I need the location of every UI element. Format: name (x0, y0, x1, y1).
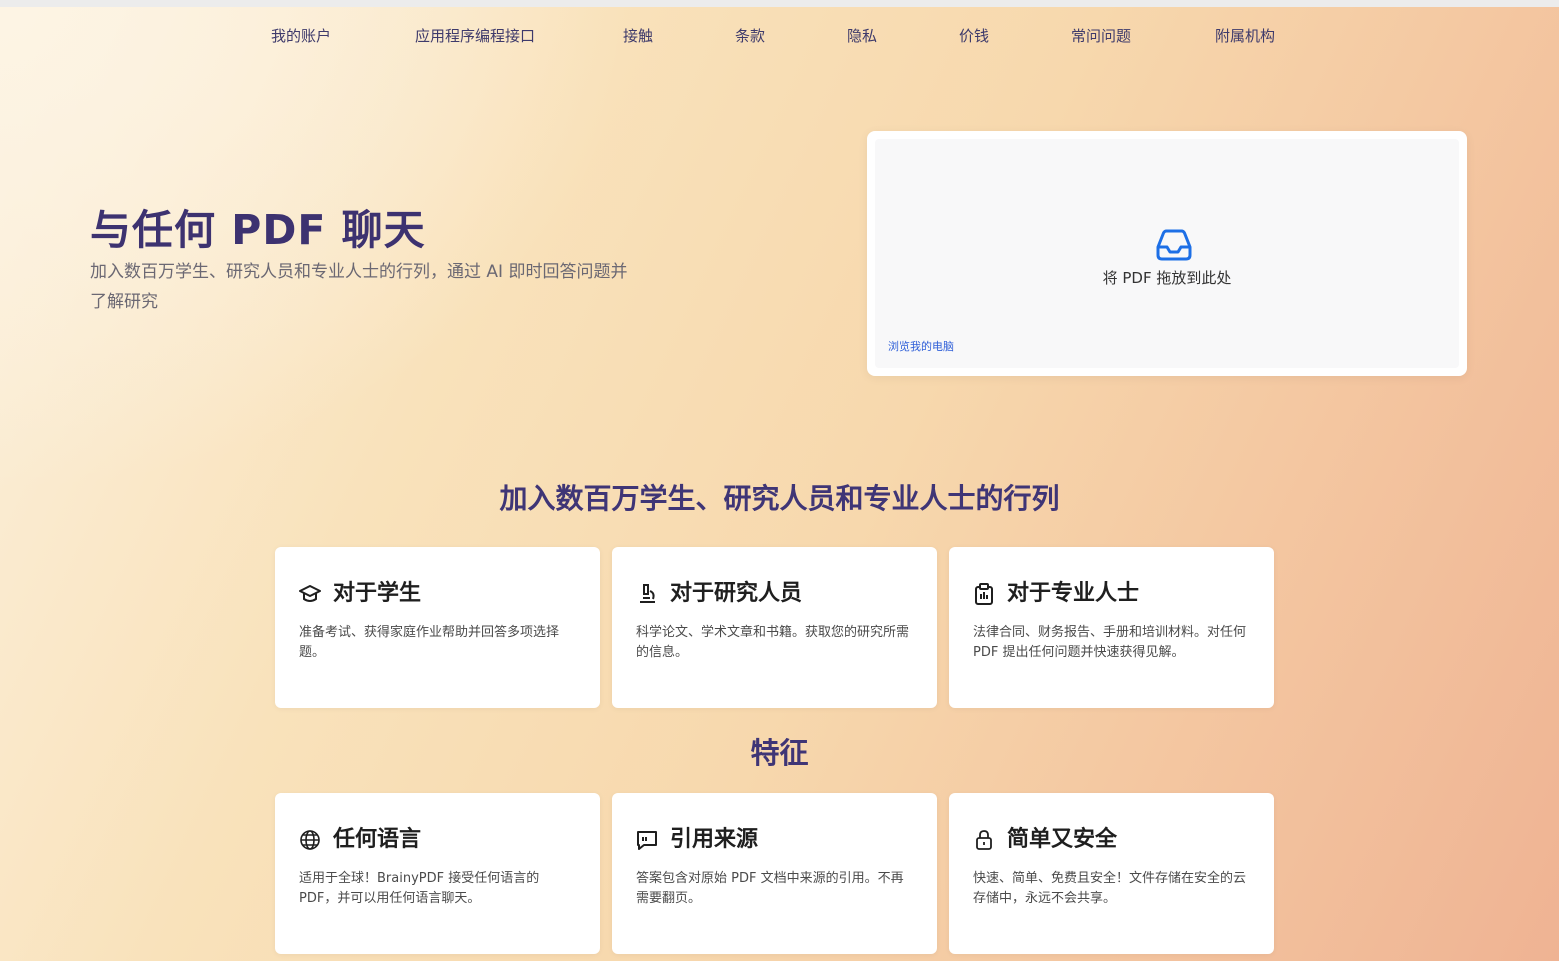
upload-card: 将 PDF 拖放到此处 浏览我的电脑 (867, 131, 1467, 376)
card-description: 适用于全球！BrainyPDF 接受任何语言的 PDF，并可以用任何语言聊天。 (299, 871, 540, 906)
features-heading: 特征 (750, 736, 809, 770)
nav-terms[interactable]: 条款 (735, 24, 765, 48)
microscope-icon (640, 584, 655, 603)
globe-icon (300, 830, 320, 850)
feature-card-cite-sources: 引用来源 答案包含对原始 PDF 文档中来源的引用。不再需要翻页。 (612, 793, 937, 954)
card-description: 答案包含对原始 PDF 文档中来源的引用。不再需要翻页。 (636, 871, 904, 906)
audience-card-professionals: 对于专业人士 法律合同、财务报告、手册和培训材料。对任何 PDF 提出任何问题并… (949, 547, 1274, 708)
nav-privacy[interactable]: 隐私 (847, 24, 877, 48)
browser-top-strip (0, 0, 1559, 7)
card-title: 引用来源 (670, 827, 759, 852)
quote-icon (637, 831, 657, 850)
nav-pricing[interactable]: 价钱 (959, 24, 989, 48)
hero-title: 与任何 PDF 聊天 (90, 206, 426, 254)
lock-icon (976, 830, 992, 850)
card-title: 对于专业人士 (1007, 581, 1140, 606)
nav-affiliates[interactable]: 附属机构 (1215, 24, 1275, 48)
top-nav: 我的账户 应用程序编程接口 接触 条款 隐私 价钱 常问问题 附属机构 (0, 24, 1559, 50)
pdf-dropzone[interactable]: 将 PDF 拖放到此处 浏览我的电脑 (875, 139, 1459, 368)
card-description: 科学论文、学术文章和书籍。获取您的研究所需的信息。 (636, 625, 910, 660)
nav-api[interactable]: 应用程序编程接口 (415, 24, 535, 48)
card-description: 准备考试、获得家庭作业帮助并回答多项选择题。 (299, 625, 560, 660)
browse-computer-link[interactable]: 浏览我的电脑 (888, 338, 954, 354)
feature-card-any-language: 任何语言 适用于全球！BrainyPDF 接受任何语言的 PDF，并可以用任何语… (275, 793, 600, 954)
card-title: 简单又安全 (1007, 827, 1118, 852)
card-description: 法律合同、财务报告、手册和培训材料。对任何 PDF 提出任何问题并快速获得见解。 (973, 625, 1247, 660)
nav-my-account[interactable]: 我的账户 (271, 24, 331, 48)
hero-subtitle: 加入数百万学生、研究人员和专业人士的行列，通过 AI 即时回答问题并了解研究 (90, 262, 628, 312)
card-title: 对于学生 (333, 581, 422, 606)
nav-faq[interactable]: 常问问题 (1071, 24, 1131, 48)
audience-card-researchers: 对于研究人员 科学论文、学术文章和书籍。获取您的研究所需的信息。 (612, 547, 937, 708)
graduation-cap-icon (299, 585, 321, 602)
feature-card-simple-secure: 简单又安全 快速、简单、免费且安全！文件存储在安全的云存储中，永远不会共享。 (949, 793, 1274, 954)
audience-card-students: 对于学生 准备考试、获得家庭作业帮助并回答多项选择题。 (275, 547, 600, 708)
dropzone-label: 将 PDF 拖放到此处 (1102, 269, 1232, 287)
inbox-icon (1156, 229, 1192, 261)
nav-contact[interactable]: 接触 (623, 24, 653, 48)
card-title: 任何语言 (333, 827, 422, 852)
audience-heading: 加入数百万学生、研究人员和专业人士的行列 (499, 482, 1060, 515)
clipboard-icon (975, 583, 993, 605)
card-title: 对于研究人员 (670, 581, 803, 606)
card-description: 快速、简单、免费且安全！文件存储在安全的云存储中，永远不会共享。 (973, 871, 1247, 906)
